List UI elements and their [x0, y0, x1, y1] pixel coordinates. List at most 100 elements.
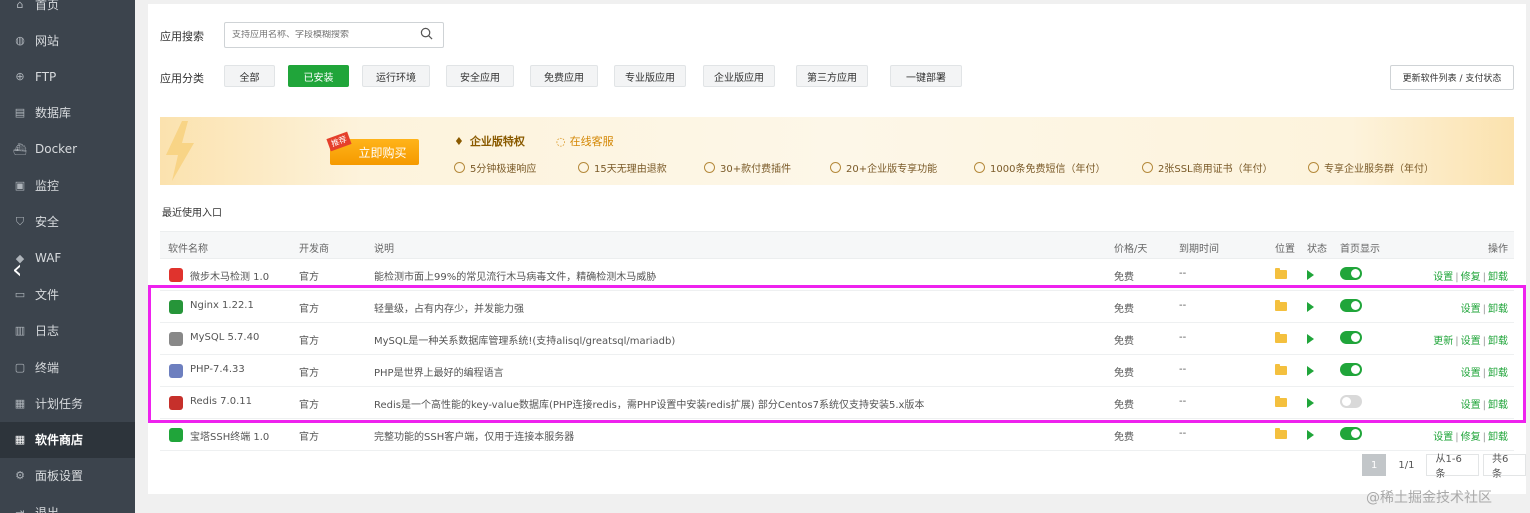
chat-icon: ◌	[556, 134, 566, 148]
gear-icon: ⚙	[15, 469, 25, 483]
category-button-3[interactable]: 安全应用	[446, 65, 514, 87]
calendar-icon: ▦	[14, 396, 26, 410]
sidebar-item-12[interactable]: ▦ 软件商店	[0, 421, 135, 458]
enterprise-title: ♦ 企业版特权	[454, 134, 525, 149]
developer: 官方	[299, 272, 319, 283]
home-display-toggle[interactable]	[1340, 331, 1362, 344]
sidebar-item-label: WAF	[35, 251, 62, 266]
op-link[interactable]: 修复	[1461, 432, 1481, 443]
op-link[interactable]: 修复	[1461, 272, 1481, 283]
software-name[interactable]: MySQL 5.7.40	[190, 332, 259, 343]
op-link[interactable]: 卸载	[1488, 336, 1508, 347]
terminal-icon: ▢	[14, 360, 26, 374]
feature-icon	[704, 162, 715, 173]
category-button-5[interactable]: 专业版应用	[614, 65, 686, 87]
page-range: 从1-6条	[1426, 454, 1479, 480]
database-icon: ▤	[14, 106, 26, 120]
software-name[interactable]: 微步木马检测 1.0	[190, 268, 269, 283]
sidebar-item-2[interactable]: ⊕ FTP	[0, 59, 135, 95]
software-name[interactable]: PHP-7.4.33	[190, 364, 245, 375]
expire-time: --	[1179, 428, 1187, 439]
sidebar-item-3[interactable]: ▤ 数据库	[0, 95, 135, 131]
folder-icon[interactable]	[1275, 396, 1287, 407]
play-icon[interactable]	[1307, 270, 1314, 280]
category-button-1[interactable]: 已安装	[288, 65, 349, 87]
price: 免费	[1114, 368, 1134, 379]
search-icon[interactable]	[420, 27, 433, 40]
op-link[interactable]: 更新	[1433, 336, 1453, 347]
sidebar-item-label: 退出	[35, 505, 60, 513]
play-icon[interactable]	[1307, 398, 1314, 408]
sidebar-item-14[interactable]: ⇥ 退出	[0, 494, 135, 513]
op-link[interactable]: 设置	[1461, 400, 1481, 411]
home-display-toggle[interactable]	[1340, 427, 1362, 440]
play-icon[interactable]	[1307, 430, 1314, 440]
category-button-0[interactable]: 全部	[224, 65, 275, 87]
folder-icon[interactable]	[1275, 428, 1287, 439]
sidebar-item-13[interactable]: ⚙ 面板设置	[0, 458, 135, 494]
recent-entry-label: 最近使用入口	[162, 208, 222, 219]
expire-time: --	[1179, 268, 1187, 279]
operations: 设置 | 卸载	[1460, 368, 1508, 379]
category-button-8[interactable]: 一键部署	[890, 65, 962, 87]
home-display-toggle[interactable]	[1340, 299, 1362, 312]
developer: 官方	[299, 432, 319, 443]
home-display-toggle[interactable]	[1340, 267, 1362, 280]
sidebar-item-9[interactable]: ▥ 日志	[0, 313, 135, 349]
category-button-4[interactable]: 免费应用	[530, 65, 598, 87]
category-label: 应用分类	[160, 72, 204, 85]
sidebar-item-6[interactable]: ⛉ 安全	[0, 204, 135, 240]
op-link[interactable]: 卸载	[1488, 432, 1508, 443]
collapse-sidebar-icon[interactable]: ‹	[12, 257, 22, 283]
category-button-6[interactable]: 企业版应用	[703, 65, 775, 87]
sidebar-item-4[interactable]: ⛴ Docker	[0, 131, 135, 167]
ssh-terminal-icon	[169, 428, 183, 442]
play-icon[interactable]	[1307, 366, 1314, 376]
sidebar-item-11[interactable]: ▦ 计划任务	[0, 385, 135, 421]
op-link[interactable]: 设置	[1433, 272, 1453, 283]
search-input[interactable]	[232, 30, 412, 40]
header-location: 位置	[1275, 244, 1295, 255]
software-name[interactable]: Nginx 1.22.1	[190, 300, 254, 311]
folder-icon[interactable]	[1275, 364, 1287, 375]
software-name[interactable]: 宝塔SSH终端 1.0	[190, 428, 269, 443]
feature-icon	[974, 162, 985, 173]
table-row: Redis 7.0.11 官方 Redis是一个高性能的key-value数据库(P…	[160, 387, 1514, 419]
op-link[interactable]: 设置	[1461, 304, 1481, 315]
op-link[interactable]: 卸载	[1488, 272, 1508, 283]
sidebar-item-5[interactable]: ▣ 监控	[0, 168, 135, 204]
feature-icon	[1308, 162, 1319, 173]
search-box[interactable]	[224, 22, 444, 48]
folder-icon[interactable]	[1275, 332, 1287, 343]
header-status: 状态	[1307, 244, 1327, 255]
sidebar-item-10[interactable]: ▢ 终端	[0, 349, 135, 385]
search-label: 应用搜索	[160, 30, 204, 43]
software-name[interactable]: Redis 7.0.11	[190, 396, 252, 407]
category-button-2[interactable]: 运行环境	[362, 65, 430, 87]
op-link[interactable]: 设置	[1461, 336, 1481, 347]
category-button-7[interactable]: 第三方应用	[796, 65, 868, 87]
op-link[interactable]: 设置	[1461, 368, 1481, 379]
home-display-toggle[interactable]	[1340, 395, 1362, 408]
home-display-toggle[interactable]	[1340, 363, 1362, 376]
sidebar-item-1[interactable]: ◍ 网站	[0, 22, 135, 58]
op-link[interactable]: 设置	[1433, 432, 1453, 443]
folder-icon[interactable]	[1275, 300, 1287, 311]
folder-icon[interactable]	[1275, 268, 1287, 279]
play-icon[interactable]	[1307, 302, 1314, 312]
price: 免费	[1114, 432, 1134, 443]
mysql-icon	[169, 332, 183, 346]
feature-icon	[1142, 162, 1153, 173]
op-link[interactable]: 卸载	[1488, 304, 1508, 315]
op-link[interactable]: 卸载	[1488, 368, 1508, 379]
online-service-link[interactable]: ◌ 在线客服	[556, 133, 614, 149]
play-icon[interactable]	[1307, 334, 1314, 344]
banner-feature-6: 专享企业服务群（年付）	[1308, 160, 1434, 175]
table-row: PHP-7.4.33 官方 PHP是世界上最好的编程语言 免费 -- 设置 | 卸载	[160, 355, 1514, 387]
op-link[interactable]: 卸载	[1488, 400, 1508, 411]
update-list-button[interactable]: 更新软件列表 / 支付状态	[1390, 65, 1514, 90]
sidebar-item-label: 计划任务	[35, 396, 84, 411]
page-current[interactable]: 1	[1362, 454, 1387, 476]
feature-icon	[578, 162, 589, 173]
sidebar-item-0[interactable]: ⌂ 首页	[0, 0, 135, 22]
